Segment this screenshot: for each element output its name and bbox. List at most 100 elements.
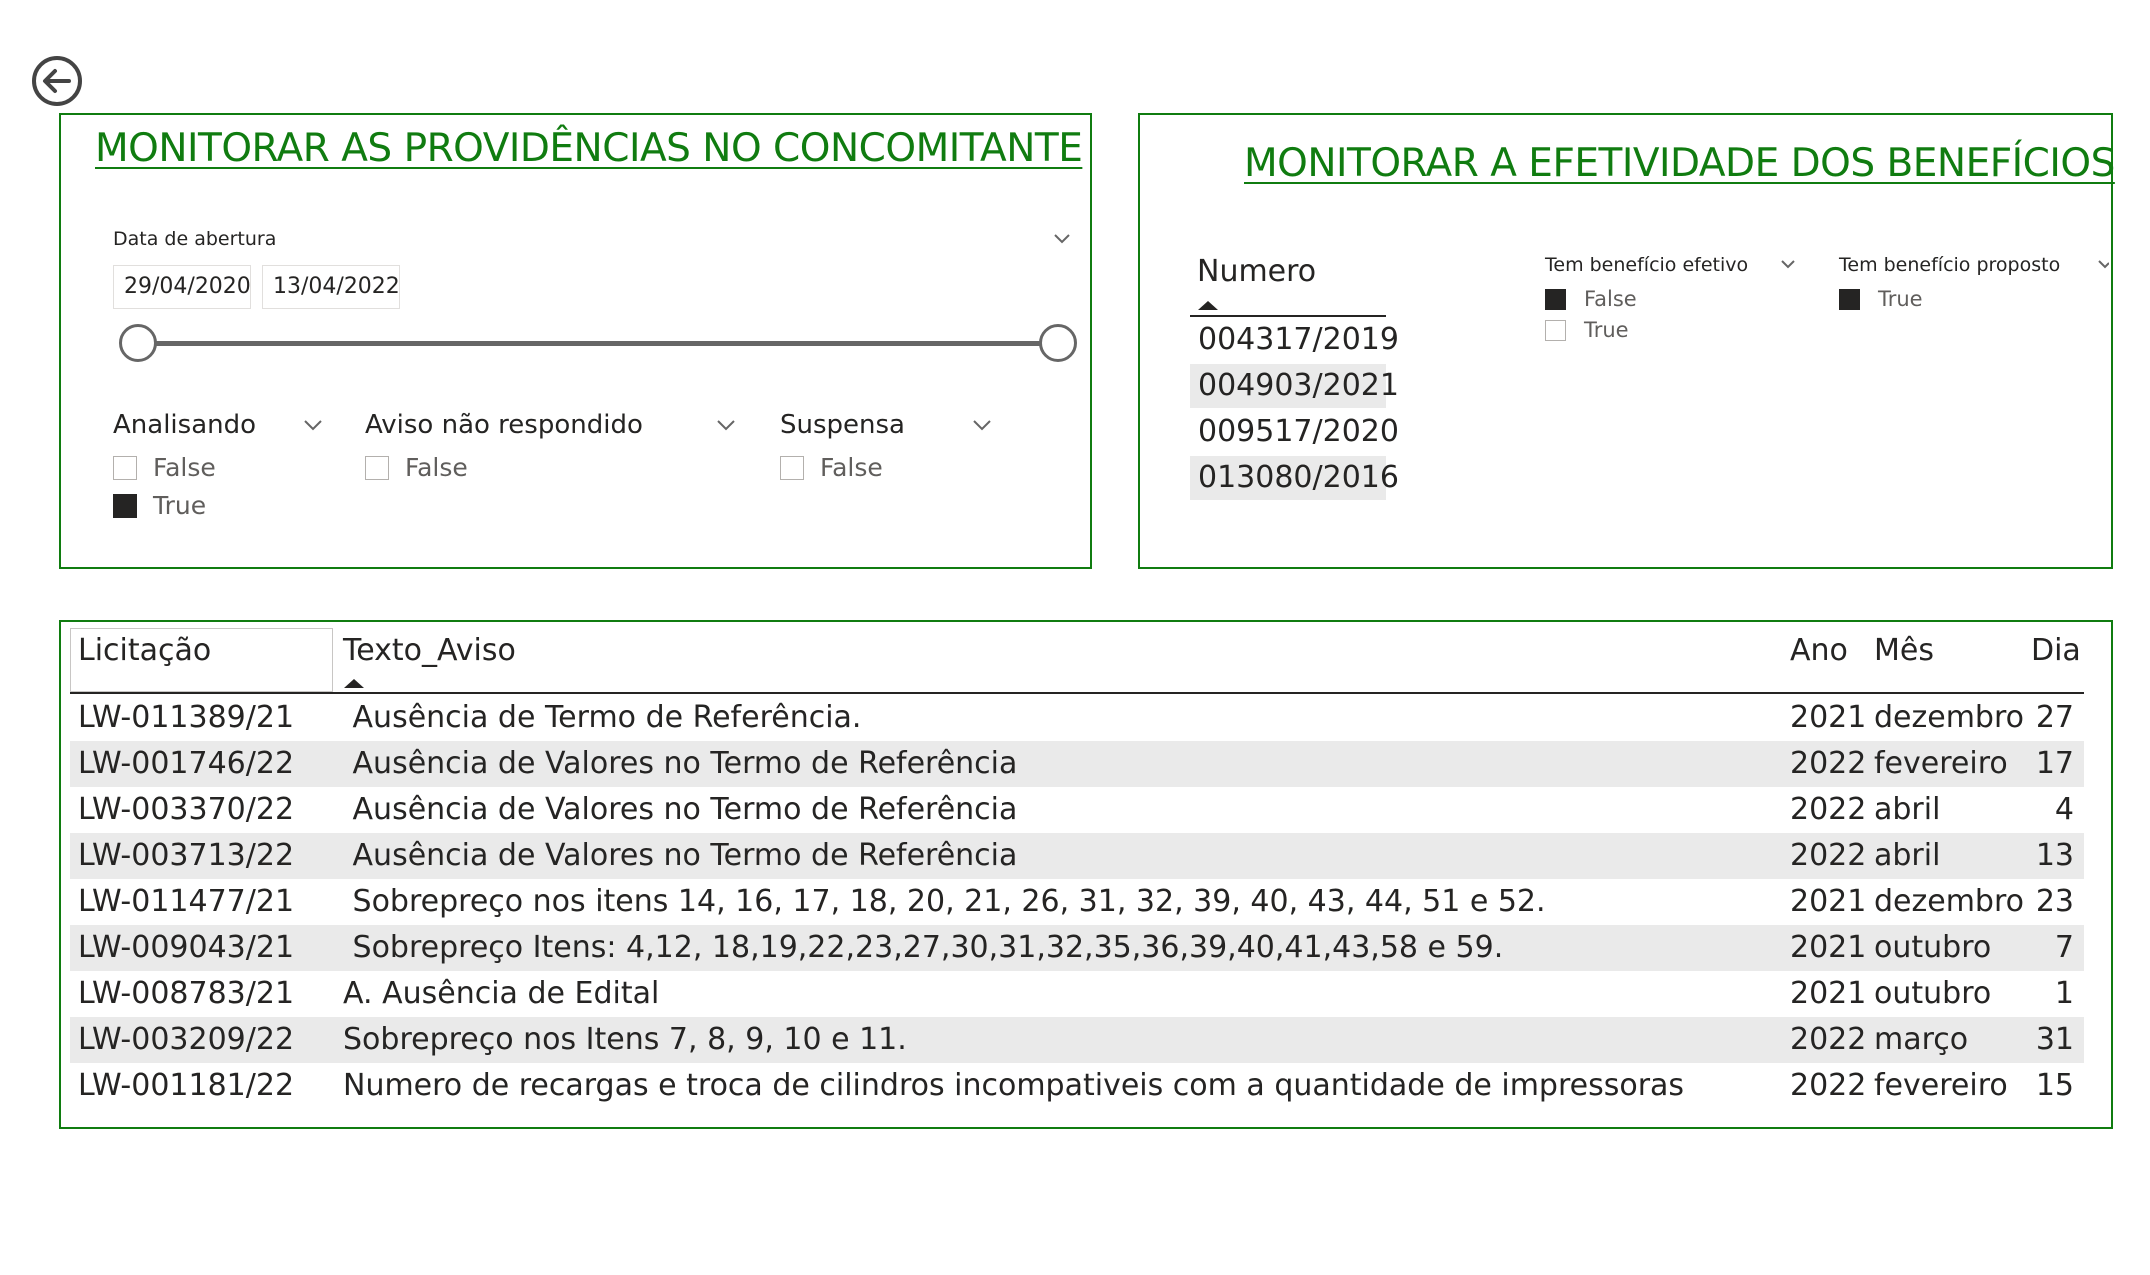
column-header-ano[interactable]: Ano <box>1790 633 1848 668</box>
numero-row[interactable]: 009517/2020 <box>1190 410 1399 454</box>
table-row[interactable]: LW-001746/22 Ausência de Valores no Term… <box>70 741 2084 787</box>
cell-dia: 23 <box>2035 884 2074 919</box>
date-range-slider-track[interactable] <box>138 341 1060 346</box>
chevron-down-icon[interactable] <box>716 419 736 433</box>
cell-licitacao: LW-003370/22 <box>78 792 295 827</box>
numero-row[interactable]: 013080/2016 <box>1190 456 1399 500</box>
slicer-beneficio-proposto-option-true[interactable]: True <box>1839 287 1923 311</box>
cell-ano: 2021 <box>1790 976 1867 1011</box>
cell-texto-aviso: Sobrepreço Itens: 4,12, 18,19,22,23,27,3… <box>343 930 1504 965</box>
cell-mes: abril <box>1874 792 1941 827</box>
table-header-rule <box>70 692 2084 694</box>
option-label: False <box>153 453 216 482</box>
cell-dia: 1 <box>2054 976 2074 1011</box>
checkbox-checked[interactable] <box>1545 288 1566 310</box>
cell-texto-aviso: Sobrepreço nos Itens 7, 8, 9, 10 e 11. <box>343 1022 907 1057</box>
table-row[interactable]: LW-003370/22 Ausência de Valores no Term… <box>70 787 2084 833</box>
slicer-suspensa-option-false[interactable]: False <box>780 453 883 482</box>
cell-texto-aviso: Ausência de Valores no Termo de Referênc… <box>343 838 1018 873</box>
cell-mes: outubro <box>1874 976 1992 1011</box>
column-header-dia[interactable]: Dia <box>2031 633 2081 668</box>
slicer-aviso-option-false[interactable]: False <box>365 453 468 482</box>
checkbox[interactable] <box>780 455 804 480</box>
cell-mes: fevereiro <box>1874 746 2008 781</box>
sort-ascending-icon <box>343 674 365 693</box>
date-end-input[interactable]: 13/04/2022 <box>262 265 400 309</box>
cell-ano: 2021 <box>1790 700 1867 735</box>
cell-mes: dezembro <box>1874 884 2024 919</box>
table-row[interactable]: LW-008783/21 A. Ausência de Edital 2021 out… <box>70 971 2084 1017</box>
option-label: False <box>405 453 468 482</box>
table-row[interactable]: LW-009043/21 Sobrepreço Itens: 4,12, 18,… <box>70 925 2084 971</box>
chevron-down-icon[interactable] <box>303 419 323 433</box>
cell-dia: 17 <box>2035 746 2074 781</box>
chevron-down-icon[interactable] <box>1780 259 1800 273</box>
date-slicer-label: Data de abertura <box>113 228 277 250</box>
checkbox[interactable] <box>1545 319 1566 341</box>
slicer-aviso-title: Aviso não respondido <box>365 410 643 440</box>
panel-title-beneficios: MONITORAR A EFETIVIDADE DOS BENEFÍCIOS <box>1244 141 2115 186</box>
cell-licitacao: LW-001181/22 <box>78 1068 295 1103</box>
slicer-beneficio-efetivo-option-true[interactable]: True <box>1545 318 1629 342</box>
cell-mes: dezembro <box>1874 700 2024 735</box>
cell-ano: 2022 <box>1790 792 1867 827</box>
chevron-down-icon[interactable] <box>2097 259 2117 273</box>
slicer-analisando-option-true[interactable]: True <box>113 491 206 520</box>
cell-licitacao: LW-008783/21 <box>78 976 295 1011</box>
numero-row[interactable]: 004317/2019 <box>1190 318 1399 362</box>
back-button[interactable] <box>31 55 83 107</box>
date-range-end-handle[interactable] <box>1039 324 1077 362</box>
cell-licitacao: LW-003713/22 <box>78 838 295 873</box>
slicer-beneficio-efetivo-option-false[interactable]: False <box>1545 287 1637 311</box>
column-header-texto-aviso[interactable]: Texto_Aviso <box>343 633 516 668</box>
numero-row[interactable]: 004903/2021 <box>1190 364 1399 408</box>
column-header-mes[interactable]: Mês <box>1874 633 1934 668</box>
sort-ascending-icon <box>1197 296 1219 315</box>
panel-title-providencias: MONITORAR AS PROVIDÊNCIAS NO CONCOMITANT… <box>95 126 1083 171</box>
back-arrow-icon <box>32 56 82 106</box>
slicer-suspensa-title: Suspensa <box>780 410 905 440</box>
checkbox-checked[interactable] <box>113 493 137 518</box>
table-row[interactable]: LW-001181/22 Numero de recargas e troca d… <box>70 1063 2084 1109</box>
cell-licitacao: LW-011477/21 <box>78 884 295 919</box>
checkbox[interactable] <box>113 455 137 480</box>
cell-ano: 2021 <box>1790 884 1867 919</box>
cell-mes: fevereiro <box>1874 1068 2008 1103</box>
table-row[interactable]: LW-011477/21 Sobrepreço nos itens 14, 16… <box>70 879 2084 925</box>
numero-header-rule <box>1190 315 1386 317</box>
numero-header[interactable]: Numero <box>1197 254 1316 289</box>
cell-texto-aviso: Numero de recargas e troca de cilindros … <box>343 1068 1685 1103</box>
cell-dia: 7 <box>2054 930 2074 965</box>
cell-licitacao: LW-001746/22 <box>78 746 295 781</box>
slicer-beneficio-proposto-title: Tem benefício proposto <box>1839 254 2061 276</box>
cell-ano: 2021 <box>1790 930 1867 965</box>
column-header-licitacao[interactable]: Licitação <box>78 633 211 668</box>
checkbox-checked[interactable] <box>1839 288 1860 310</box>
date-range-start-handle[interactable] <box>119 324 157 362</box>
cell-texto-aviso: Ausência de Valores no Termo de Referênc… <box>343 746 1018 781</box>
table-row[interactable]: LW-011389/21 Ausência de Termo de Referê… <box>70 695 2084 741</box>
option-label: True <box>153 491 207 520</box>
cell-dia: 13 <box>2035 838 2074 873</box>
chevron-down-icon[interactable] <box>972 419 992 433</box>
option-label: False <box>820 453 883 482</box>
cell-ano: 2022 <box>1790 746 1867 781</box>
checkbox[interactable] <box>365 455 389 480</box>
cell-licitacao: LW-003209/22 <box>78 1022 295 1057</box>
cell-texto-aviso: Ausência de Termo de Referência. <box>343 700 862 735</box>
slicer-beneficio-efetivo-title: Tem benefício efetivo <box>1545 254 1749 276</box>
cell-licitacao: LW-011389/21 <box>78 700 295 735</box>
cell-dia: 4 <box>2054 792 2074 827</box>
cell-ano: 2022 <box>1790 1068 1867 1103</box>
chevron-down-icon[interactable] <box>1053 233 1073 247</box>
cell-dia: 31 <box>2035 1022 2074 1057</box>
date-start-input[interactable]: 29/04/2020 <box>113 265 251 309</box>
slicer-analisando-option-false[interactable]: False <box>113 453 216 482</box>
table-row[interactable]: LW-003209/22 Sobrepreço nos Itens 7, 8, 9… <box>70 1017 2084 1063</box>
option-label: False <box>1584 287 1637 311</box>
cell-mes: março <box>1874 1022 1969 1057</box>
table-row[interactable]: LW-003713/22 Ausência de Valores no Term… <box>70 833 2084 879</box>
cell-texto-aviso: Sobrepreço nos itens 14, 16, 17, 18, 20,… <box>343 884 1546 919</box>
slicer-analisando-title: Analisando <box>113 410 257 440</box>
cell-licitacao: LW-009043/21 <box>78 930 295 965</box>
